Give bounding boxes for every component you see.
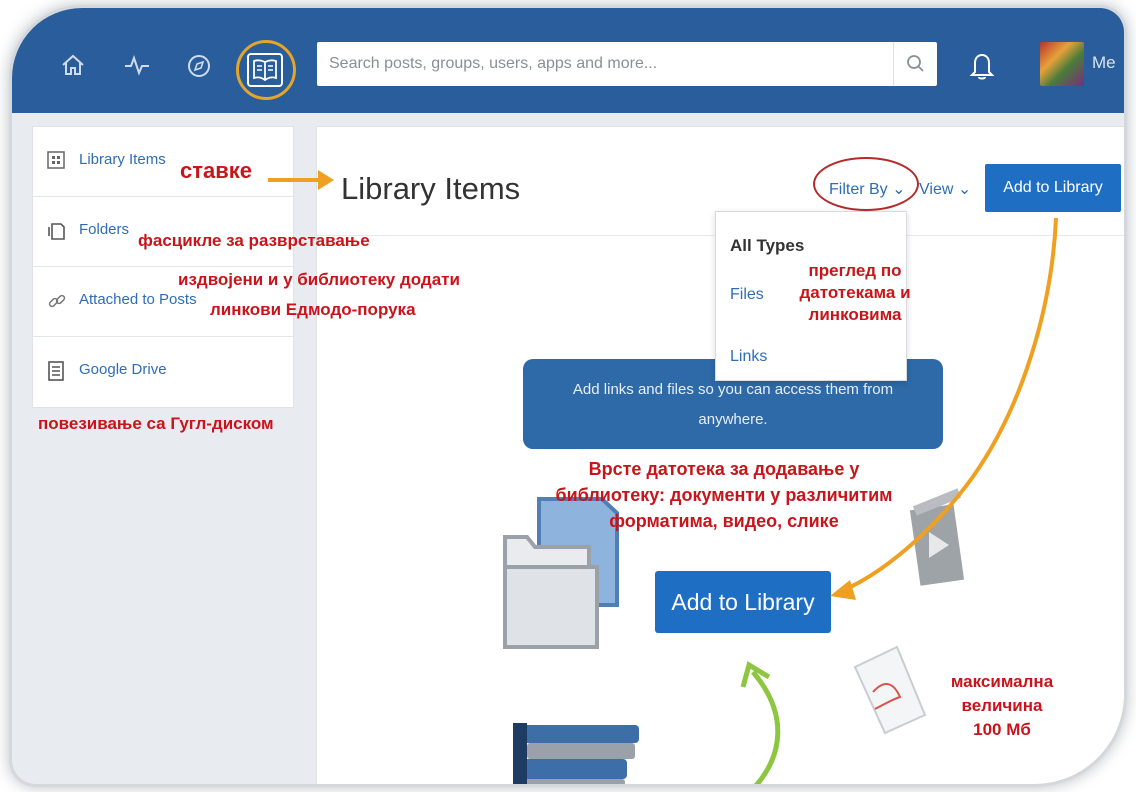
sidebar-item-label: Attached to Posts bbox=[79, 291, 197, 308]
library-book-icon[interactable] bbox=[247, 53, 283, 87]
filter-option-files[interactable]: Files bbox=[730, 286, 764, 304]
green-curved-arrow bbox=[740, 661, 781, 784]
activity-icon[interactable] bbox=[120, 48, 154, 82]
document-icon bbox=[47, 361, 67, 381]
sidebar-item-label: Library Items bbox=[79, 151, 166, 168]
annotation-max-size: максимална величина 100 Мб bbox=[942, 670, 1062, 742]
annotation-line: библиотеку: документи у различитим bbox=[555, 485, 893, 505]
annotation-library-items: ставке bbox=[180, 158, 253, 183]
books-illustration bbox=[513, 723, 639, 784]
library-sidebar: Library Items Folders Attached to Posts … bbox=[32, 126, 294, 408]
grid-icon bbox=[47, 151, 67, 171]
page-title: Library Items bbox=[341, 171, 521, 206]
pdf-illustration bbox=[853, 645, 927, 735]
avatar[interactable] bbox=[1040, 42, 1084, 86]
screenshot-frame: Me Library Items Folders Attached to Pos… bbox=[12, 8, 1124, 784]
top-nav-bar: Me bbox=[12, 8, 1124, 113]
sidebar-item-label: Folders bbox=[79, 221, 130, 238]
sidebar-item-library-items[interactable]: Library Items bbox=[33, 127, 293, 197]
annotation-filter: преглед по датотекама и линковима bbox=[780, 260, 930, 326]
filter-option-all-types[interactable]: All Types bbox=[730, 236, 804, 256]
annotation-file-types: Врсте датотека за додавање у библиотеку:… bbox=[524, 456, 924, 534]
search-input[interactable] bbox=[317, 42, 897, 86]
annotation-line: преглед по bbox=[808, 261, 902, 280]
home-icon[interactable] bbox=[56, 48, 90, 82]
search-box bbox=[317, 42, 937, 86]
add-to-library-main-button[interactable]: Add to Library bbox=[655, 571, 831, 633]
bell-icon[interactable] bbox=[967, 48, 997, 82]
sidebar-item-label: Google Drive bbox=[79, 361, 167, 378]
sidebar-item-google-drive[interactable]: Google Drive bbox=[33, 337, 293, 407]
annotation-line: линковима bbox=[808, 305, 902, 324]
annotation-line: величина bbox=[961, 696, 1043, 715]
annotation-line: форматима, видео, слике bbox=[609, 511, 839, 531]
annotation-attached-line2: линкови Едмодо-порука bbox=[210, 300, 416, 319]
annotation-folders: фасцикле за разврставање bbox=[138, 231, 370, 250]
compass-icon[interactable] bbox=[182, 48, 216, 82]
annotation-line: 100 Мб bbox=[973, 720, 1031, 739]
folders-icon bbox=[47, 221, 67, 241]
chevron-down-icon: ⌄ bbox=[957, 181, 972, 198]
annotation-line: датотекама и bbox=[799, 283, 911, 302]
view-dropdown[interactable]: View ⌄ bbox=[919, 179, 971, 199]
search-icon[interactable] bbox=[893, 42, 937, 86]
annotation-attached-line1: издвојени и у библиотеку додати bbox=[178, 270, 460, 289]
annotation-line: максимална bbox=[950, 672, 1054, 691]
link-icon bbox=[47, 291, 67, 311]
filter-highlight-ring bbox=[813, 157, 919, 211]
annotation-line: Врсте датотека за додавање у bbox=[588, 459, 860, 479]
filter-option-links[interactable]: Links bbox=[730, 348, 767, 366]
view-label: View bbox=[919, 181, 954, 198]
annotation-google-drive: повезивање са Гугл-диском bbox=[38, 414, 274, 433]
banner-text-line: anywhere. bbox=[698, 411, 768, 428]
user-menu-label[interactable]: Me bbox=[1092, 53, 1116, 73]
add-to-library-button[interactable]: Add to Library bbox=[985, 164, 1121, 212]
